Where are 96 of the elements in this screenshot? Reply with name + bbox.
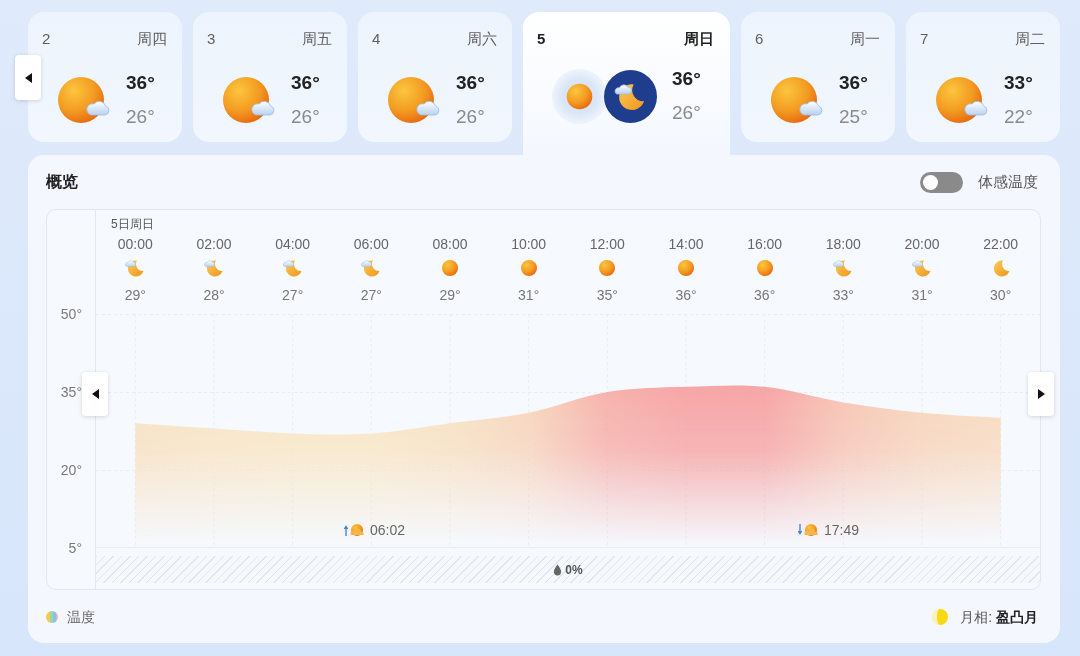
sun-cloud-icon [223,77,275,123]
hour-time: 06:00 [353,235,389,253]
sun-cloud-icon [58,77,110,123]
caret-right-icon [1037,389,1045,399]
hour-temperature: 28° [203,286,225,304]
y-axis-label: 50° [60,305,82,323]
sunset-time: 17:49 [824,521,860,539]
hour-temperature: 27° [282,286,304,304]
chart-next-button[interactable] [1028,372,1054,416]
moon-cloud-icon [204,258,224,278]
hour-temperature: 31° [518,286,540,304]
high-temperature: 36° [672,68,701,90]
hour-temperature: 33° [832,286,854,304]
moon-phase-text: 月相: 盈凸月 [960,608,1038,626]
low-temperature: 26° [126,106,155,128]
day-card[interactable]: 2 周四 36° 26° [28,12,182,142]
hour-time: 02:00 [196,235,232,253]
sun-icon [676,258,696,278]
low-temperature: 25° [839,106,868,128]
feels-like-toggle[interactable] [920,171,963,193]
hour-temperature: 29° [124,286,146,304]
hour-time: 18:00 [825,235,861,253]
day-weekday: 周四 [137,29,167,49]
hour-temperature: 30° [990,286,1012,304]
prev-day-button[interactable] [15,55,41,100]
chart-prev-button[interactable] [82,372,108,416]
moon-cloud-icon [833,258,854,278]
day-weekday: 周一 [850,29,880,49]
moon-cloud-icon [361,258,382,278]
hour-time: 14:00 [668,235,704,253]
day-weekday: 周六 [467,29,497,49]
hour-temperature: 29° [439,286,461,304]
high-temperature: 36° [126,72,155,94]
day-date: 3 [207,29,216,49]
day-date: 2 [42,29,51,49]
high-temperature: 36° [456,72,485,94]
sunrise-icon [344,523,364,537]
legend-label: 温度 [67,608,95,626]
hour-temperature: 36° [754,286,776,304]
panel-title: 概览 [46,172,78,192]
hour-time: 22:00 [983,235,1019,253]
sun-icon [518,258,539,278]
hour-temperature: 27° [360,286,382,304]
day-card[interactable]: 7 周二 33° 22° [906,12,1060,142]
drop-icon [553,563,563,576]
day-card[interactable]: 4 周六 36° 26° [358,12,512,142]
low-temperature: 26° [456,106,485,128]
hour-temperature: 35° [596,286,618,304]
day-date: 4 [372,29,381,49]
hour-time: 12:00 [589,235,625,253]
hour-temperature: 31° [911,286,933,304]
moon-cloud-icon [912,258,932,278]
hour-time: 08:00 [432,235,468,253]
moon-cloud-icon [125,258,146,278]
high-temperature: 36° [291,72,320,94]
y-axis-label: 20° [60,461,82,479]
sun-icon [440,258,460,278]
low-temperature: 26° [672,102,701,124]
moon-cloud-icon [282,258,303,278]
sunset-icon [798,523,818,537]
hour-time: 04:00 [275,235,311,253]
day-weekday: 周二 [1015,29,1045,49]
day-card[interactable]: 6 周一 36° 25° [741,12,895,142]
sun-icon [754,258,775,278]
moon-cloud-icon [604,69,657,123]
temperature-legend-icon [46,611,58,623]
high-temperature: 33° [1004,72,1033,94]
caret-left-icon [24,72,32,83]
day-date: 5 [537,29,546,49]
y-axis-label: 5° [68,539,82,557]
day-date: 6 [755,29,764,49]
sun-icon [597,258,618,278]
high-temperature: 36° [839,72,868,94]
day-card[interactable]: 5 周日 36° 26° [523,12,730,155]
hour-time: 20:00 [904,235,940,253]
date-label: 5日周日 [111,216,154,232]
day-weekday: 周日 [684,29,714,49]
day-card[interactable]: 3 周五 36° 26° [193,12,347,142]
feels-like-label: 体感温度 [978,172,1038,192]
hour-temperature: 36° [675,286,697,304]
sun-icon [552,68,607,124]
day-date: 7 [920,29,929,49]
hour-time: 10:00 [511,235,547,253]
sun-cloud-icon [771,77,823,123]
day-weekday: 周五 [302,29,332,49]
sunrise-time: 06:02 [370,521,406,539]
moon-phase-icon [932,609,949,625]
hour-time: 16:00 [747,235,783,253]
precipitation-value: 0% [565,561,583,578]
hour-time: 00:00 [117,235,153,253]
caret-left-icon [91,389,99,399]
y-axis-label: 35° [60,383,82,401]
low-temperature: 26° [291,106,320,128]
sun-cloud-icon [936,77,988,123]
low-temperature: 22° [1004,106,1033,128]
sun-cloud-icon [388,77,440,123]
